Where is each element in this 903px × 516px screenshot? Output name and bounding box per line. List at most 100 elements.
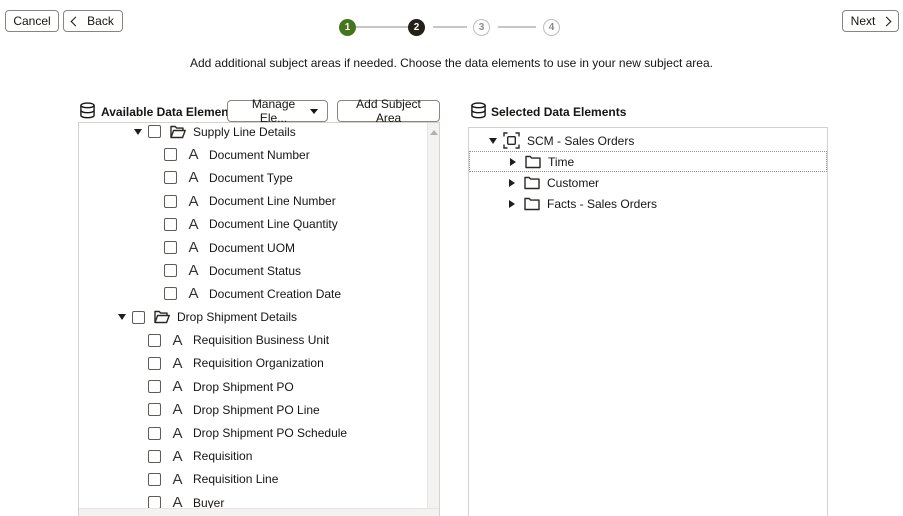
tree-row[interactable]: Customer <box>469 172 827 193</box>
tree-row[interactable]: A Document Status <box>79 259 427 282</box>
vertical-scrollbar[interactable] <box>427 123 439 516</box>
tree-row[interactable]: ARequisition Organization <box>79 352 427 375</box>
checkbox[interactable] <box>164 148 177 161</box>
caret-right-icon[interactable] <box>509 179 515 187</box>
caret-right-icon[interactable] <box>509 200 515 208</box>
back-button[interactable]: Back <box>63 10 123 32</box>
checkbox[interactable] <box>148 334 161 347</box>
tree-row[interactable]: A Requisition Line <box>79 468 427 491</box>
tree-row[interactable]: ADocument UOM <box>79 236 427 259</box>
attribute-icon: A <box>185 262 202 279</box>
checkbox[interactable] <box>148 125 161 138</box>
chevron-right-icon <box>882 16 892 26</box>
caret-slot <box>510 158 524 166</box>
manage-elements-button[interactable]: Manage Ele... <box>227 100 328 122</box>
available-data-elements-panel: Supply Line DetailsADocument NumberADocu… <box>78 122 440 516</box>
tree-item-label: Drop Shipment PO Schedule <box>193 426 347 440</box>
step-1-completed[interactable]: 1 <box>339 19 356 36</box>
caret-slot <box>509 179 523 187</box>
tree-item-label: Document Number <box>209 148 310 162</box>
checkbox[interactable] <box>148 473 161 486</box>
folder-open-icon <box>169 123 186 140</box>
checkbox[interactable] <box>164 264 177 277</box>
instruction-text: Add additional subject areas if needed. … <box>0 56 903 70</box>
tree-row[interactable]: ADrop Shipment PO <box>79 375 427 398</box>
horizontal-scrollbar[interactable] <box>79 508 439 516</box>
checkbox[interactable] <box>164 218 177 231</box>
tree-row[interactable]: Time <box>469 151 827 172</box>
tree-item-label: Drop Shipment PO Line <box>193 403 320 417</box>
step-4[interactable]: 4 <box>543 19 560 36</box>
checkbox[interactable] <box>148 496 161 508</box>
checkbox[interactable] <box>164 171 177 184</box>
tree-row[interactable]: ADocument Line Quantity <box>79 213 427 236</box>
checkbox[interactable] <box>164 241 177 254</box>
caret-slot <box>509 200 523 208</box>
tree-row[interactable]: ADocument Creation Date <box>79 282 427 305</box>
tree-row[interactable]: SCM - Sales Orders <box>469 130 827 151</box>
tree-item-label: Document Creation Date <box>209 287 341 301</box>
next-button[interactable]: Next <box>842 10 899 32</box>
tree-row[interactable]: A Requisition Business Unit <box>79 329 427 352</box>
database-icon <box>79 102 96 119</box>
checkbox[interactable] <box>148 380 161 393</box>
checkbox[interactable] <box>148 450 161 463</box>
tree-item-label: Supply Line Details <box>193 125 296 139</box>
subject-area-icon <box>503 132 520 149</box>
attribute-icon: A <box>169 425 186 442</box>
attribute-icon: A <box>185 146 202 163</box>
checkbox[interactable] <box>148 403 161 416</box>
tree-item-label: Drop Shipment PO <box>193 380 294 394</box>
checkbox[interactable] <box>148 357 161 370</box>
cancel-button[interactable]: Cancel <box>5 10 59 32</box>
tree-row[interactable]: ABuyer <box>79 491 427 508</box>
tree-item-label: Document Status <box>209 264 301 278</box>
step-2-number: 2 <box>414 22 420 33</box>
tree-row[interactable]: Supply Line Details <box>79 122 427 143</box>
folder-icon <box>524 153 541 170</box>
stepper-connector <box>356 26 409 28</box>
checkbox[interactable] <box>164 195 177 208</box>
tree-row[interactable]: Facts - Sales Orders <box>469 193 827 214</box>
step-3[interactable]: 3 <box>473 19 490 36</box>
tree-row[interactable]: A Drop Shipment PO Schedule <box>79 421 427 444</box>
tree-item-label: Requisition Organization <box>193 356 324 370</box>
tree-item-label: Document Line Number <box>209 194 336 208</box>
available-tree: Supply Line DetailsADocument NumberADocu… <box>79 122 427 508</box>
add-subject-area-button[interactable]: Add Subject Area <box>337 100 440 122</box>
caret-down-icon[interactable] <box>118 314 126 320</box>
selected-panel-title: Selected Data Elements <box>491 105 626 119</box>
caret-down-icon[interactable] <box>134 129 142 135</box>
tree-row[interactable]: ARequisition <box>79 445 427 468</box>
add-subject-area-label: Add Subject Area <box>344 97 433 125</box>
caret-down-icon[interactable] <box>489 138 497 144</box>
tree-row[interactable]: ADocument Line Number <box>79 190 427 213</box>
attribute-icon: A <box>185 216 202 233</box>
caret-right-icon[interactable] <box>510 158 516 166</box>
dropdown-caret-icon <box>310 109 318 114</box>
tree-item-label: Requisition Line <box>193 472 278 486</box>
tree-item-label: Document Type <box>209 171 293 185</box>
tree-row[interactable]: ADrop Shipment PO Line <box>79 398 427 421</box>
tree-item-label: Buyer <box>193 496 224 508</box>
stepper-connector <box>433 26 467 28</box>
folder-open-icon <box>153 309 170 326</box>
checkbox[interactable] <box>148 427 161 440</box>
attribute-icon: A <box>169 471 186 488</box>
tree-row[interactable]: ADocument Type <box>79 166 427 189</box>
attribute-icon: A <box>169 332 186 349</box>
next-button-label: Next <box>851 14 876 28</box>
scroll-up-icon[interactable] <box>430 130 438 135</box>
checkbox[interactable] <box>164 287 177 300</box>
caret-slot <box>134 129 148 135</box>
cancel-button-label: Cancel <box>13 14 50 28</box>
tree-item-label: Requisition Business Unit <box>193 333 329 347</box>
step-2-active[interactable]: 2 <box>408 19 425 36</box>
tree-item-label: Facts - Sales Orders <box>547 197 657 211</box>
checkbox[interactable] <box>132 311 145 324</box>
selected-tree: SCM - Sales Orders TimeCustomer Facts - Sa… <box>469 128 827 516</box>
manage-elements-label: Manage Ele... <box>237 97 310 125</box>
tree-item-label: SCM - Sales Orders <box>527 134 634 148</box>
tree-row[interactable]: Drop Shipment Details <box>79 306 427 329</box>
tree-row[interactable]: A Document Number <box>79 143 427 166</box>
